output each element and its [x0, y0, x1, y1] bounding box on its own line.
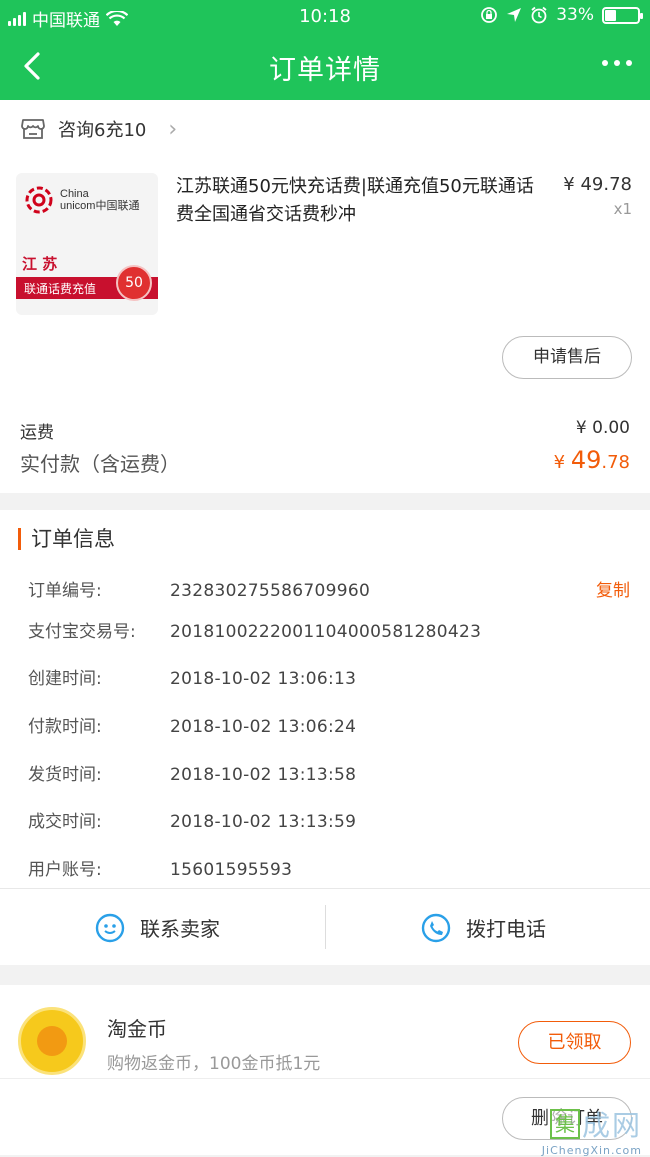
coins-subtitle: 购物返金币，100金币抵1元 — [107, 1054, 321, 1074]
paid-dec: .78 — [601, 452, 630, 473]
call-phone-label: 拨打电话 — [466, 917, 546, 941]
info-row-completed: 成交时间: 2018-10-02 13:13:59 — [28, 807, 356, 832]
product-title[interactable]: 江苏联通50元快充话费|联通充值50元联通话费全国通省交话费秒冲 — [176, 173, 548, 229]
info-row-order-no: 订单编号: 232830275586709960 — [28, 576, 370, 601]
status-bar: 中国联通 10:18 33% — [0, 0, 650, 34]
divider — [0, 1078, 650, 1079]
claimed-button[interactable]: 已领取 — [518, 1021, 631, 1064]
shipping-value: ¥ 0.00 — [575, 418, 630, 438]
info-value: 2018100222001104000581280423 — [170, 622, 482, 642]
contact-actions: 联系卖家 拨打电话 — [0, 888, 650, 965]
contact-seller-label: 联系卖家 — [140, 917, 220, 941]
shop-name: 咨询6充10 — [58, 120, 147, 141]
contact-seller-button[interactable]: 联系卖家 — [94, 889, 220, 966]
image-province: 江 苏 — [22, 255, 58, 273]
battery-icon — [602, 6, 643, 24]
unicom-knot-icon — [25, 186, 53, 214]
image-badge: 50 — [116, 265, 152, 301]
gold-coin-icon — [18, 1007, 86, 1075]
unicom-logo: China unicom中国联通 — [22, 183, 139, 217]
after-sale-button[interactable]: 申请售后 — [502, 336, 632, 379]
watermark-box: 集 — [549, 1109, 580, 1139]
battery-percent: 33% — [556, 5, 594, 25]
info-key: 付款时间: — [28, 717, 102, 737]
shop-icon — [21, 119, 45, 139]
product-price: ¥ 49.78 — [563, 174, 632, 195]
logo-text-unicom: unicom中国联通 — [60, 200, 140, 212]
watermark: 集 成网 JiChengXin.com — [542, 1104, 642, 1157]
info-value: 232830275586709960 — [170, 581, 371, 601]
order-item-card: 咨询6充10 › China unicom中国联通 江 苏 联通话费充值 50 … — [0, 100, 650, 493]
nav-bar: 订单详情 — [0, 34, 650, 100]
top-bar: 中国联通 10:18 33% 订单详情 — [0, 0, 650, 100]
location-icon — [507, 8, 522, 22]
coins-title: 淘金币 — [107, 1017, 167, 1041]
product-qty: x1 — [613, 200, 632, 218]
info-key: 创建时间: — [28, 669, 102, 689]
paid-value: ¥ 49.78 — [554, 446, 630, 474]
info-row-paid: 付款时间: 2018-10-02 13:06:24 — [28, 712, 356, 737]
shop-link[interactable]: 咨询6充10 › — [20, 116, 177, 142]
order-info-title: 订单信息 — [18, 528, 115, 550]
info-value: 2018-10-02 13:06:13 — [170, 669, 357, 689]
alarm-icon — [531, 6, 547, 24]
chat-bubble-icon — [95, 913, 125, 942]
info-row-created: 创建时间: 2018-10-02 13:06:13 — [28, 664, 356, 689]
status-right: 33% — [480, 5, 643, 25]
info-row-shipped: 发货时间: 2018-10-02 13:13:58 — [28, 760, 356, 785]
watermark-url: JiChengXin.com — [541, 1144, 642, 1157]
watermark-text: 成网 — [581, 1109, 642, 1142]
info-value: 2018-10-02 13:13:58 — [170, 765, 357, 785]
phone-icon — [421, 913, 451, 942]
paid-label: 实付款（含运费） — [20, 452, 180, 476]
info-key: 成交时间: — [28, 812, 102, 832]
info-value: 2018-10-02 13:13:59 — [170, 812, 357, 832]
shipping-label: 运费 — [20, 423, 54, 443]
product-image[interactable]: China unicom中国联通 江 苏 联通话费充值 50 — [16, 173, 158, 315]
battery-level — [605, 9, 616, 21]
call-phone-button[interactable]: 拨打电话 — [420, 889, 546, 966]
rotation-lock-icon — [481, 7, 498, 23]
info-key: 订单编号: — [28, 581, 102, 601]
paid-int: 49 — [570, 446, 602, 474]
info-value: 2018-10-02 13:06:24 — [170, 717, 357, 737]
more-icon[interactable] — [602, 60, 632, 66]
copy-button[interactable]: 复制 — [596, 576, 630, 601]
info-row-alipay-no: 支付宝交易号: 2018100222001104000581280423 — [28, 617, 481, 642]
order-info-card: 订单信息 复制 订单编号: 232830275586709960 支付宝交易号: 2… — [0, 510, 650, 965]
page-title: 订单详情 — [269, 55, 381, 86]
divider — [325, 905, 326, 949]
info-key: 发货时间: — [28, 765, 102, 785]
chevron-right-icon: › — [168, 116, 178, 142]
logo-text-china: China — [60, 188, 89, 200]
info-key: 支付宝交易号: — [28, 622, 136, 642]
info-value: 15601595593 — [170, 860, 293, 880]
info-row-account: 用户账号: 15601595593 — [28, 855, 292, 880]
info-key: 用户账号: — [28, 860, 102, 880]
paid-currency: ¥ — [553, 452, 571, 473]
